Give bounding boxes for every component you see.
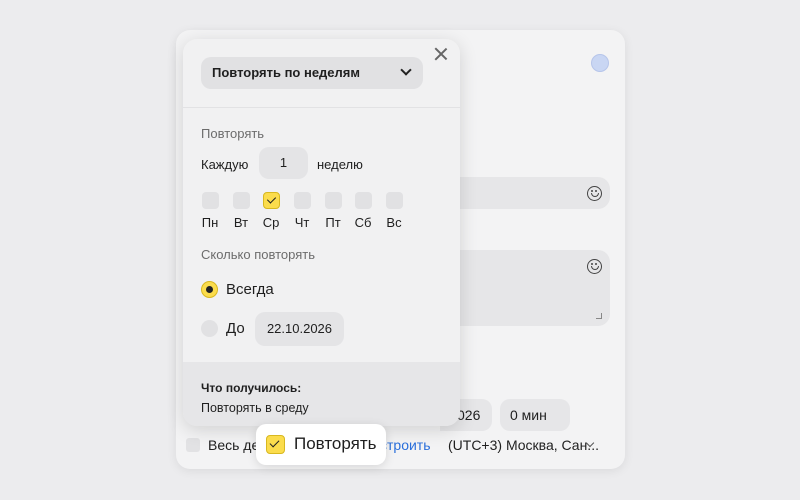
- color-dot[interactable]: [591, 54, 609, 72]
- weekday-fri[interactable]: Пт: [324, 192, 342, 230]
- weekday-checkbox[interactable]: [201, 192, 219, 209]
- weekday-sun[interactable]: Вс: [385, 192, 403, 230]
- duration-field[interactable]: 0 мин: [500, 399, 570, 431]
- repeat-mode-value: Повторять по неделям: [212, 65, 360, 80]
- radio-until-label[interactable]: До: [226, 320, 245, 337]
- emoji-icon[interactable]: [587, 186, 602, 201]
- configure-link[interactable]: строить: [380, 437, 431, 453]
- check-icon: [266, 194, 276, 204]
- summary-panel: Что получилось: Повторять в среду: [183, 362, 460, 426]
- resize-handle-icon[interactable]: [596, 313, 602, 319]
- summary-title: Что получилось:: [201, 381, 302, 395]
- emoji-icon[interactable]: [587, 259, 602, 274]
- repeat-label: Повторять: [294, 434, 377, 453]
- event-description-field[interactable]: [440, 250, 610, 326]
- interval-input[interactable]: 1: [259, 147, 308, 179]
- event-title-field[interactable]: [440, 177, 610, 209]
- weekday-label: Пн: [201, 215, 219, 230]
- weekday-checkbox[interactable]: [354, 192, 372, 209]
- weekday-label: Ср: [262, 215, 280, 230]
- repeat-toggle[interactable]: Повторять: [256, 424, 386, 465]
- interval-unit-label: неделю: [317, 157, 363, 172]
- weekday-checkbox-checked[interactable]: [262, 192, 280, 209]
- weekday-tue[interactable]: Вт: [232, 192, 250, 230]
- recurrence-popup: Повторять по неделям Повторять Каждую 1 …: [183, 39, 460, 426]
- weekday-sat[interactable]: Сб: [354, 192, 372, 230]
- weekday-checkbox[interactable]: [385, 192, 403, 209]
- weekday-checkbox[interactable]: [232, 192, 250, 209]
- radio-always[interactable]: [201, 281, 218, 298]
- weekday-label: Чт: [294, 215, 310, 230]
- repeat-checkbox[interactable]: [266, 435, 285, 454]
- until-date-field[interactable]: 22.10.2026: [255, 312, 344, 346]
- weekday-label: Вс: [386, 215, 402, 230]
- weekday-label: Вт: [233, 215, 249, 230]
- summary-text: Повторять в среду: [201, 401, 309, 415]
- radio-dot: [206, 286, 213, 293]
- radio-always-label[interactable]: Всегда: [226, 281, 274, 298]
- all-day-checkbox[interactable]: [186, 438, 200, 452]
- timezone-select[interactable]: (UTC+3) Москва, Сан...: [448, 437, 599, 453]
- repeat-mode-select[interactable]: Повторять по неделям: [201, 57, 423, 89]
- divider: [183, 107, 460, 108]
- weekday-label: Пт: [325, 215, 341, 230]
- weekday-mon[interactable]: Пн: [201, 192, 219, 230]
- radio-until[interactable]: [201, 320, 218, 337]
- every-label: Каждую: [201, 157, 249, 172]
- count-section-label: Сколько повторять: [201, 247, 315, 262]
- repeat-section-label: Повторять: [201, 126, 265, 141]
- check-icon: [269, 437, 280, 448]
- weekday-checkbox[interactable]: [293, 192, 311, 209]
- chevron-down-icon: [400, 64, 412, 76]
- weekday-thu[interactable]: Чт: [293, 192, 311, 230]
- close-icon[interactable]: [433, 46, 449, 62]
- weekday-label: Сб: [354, 215, 372, 230]
- weekday-wed[interactable]: Ср: [262, 192, 280, 230]
- weekday-checkbox[interactable]: [324, 192, 342, 209]
